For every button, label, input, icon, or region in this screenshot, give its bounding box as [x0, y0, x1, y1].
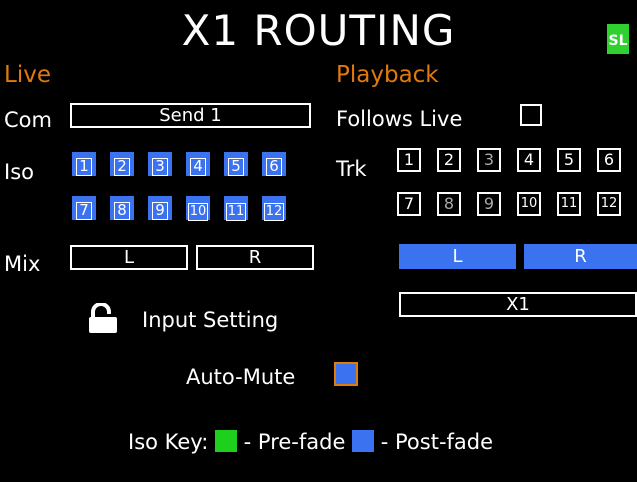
- track-12[interactable]: 12: [597, 192, 621, 216]
- trk-label: Trk: [336, 157, 367, 181]
- iso-channel-label: 2: [114, 158, 130, 176]
- lock-icon[interactable]: [86, 302, 120, 339]
- track-1[interactable]: 1: [397, 148, 421, 172]
- iso-channel-8[interactable]: 8: [110, 196, 134, 220]
- follows-live-checkbox[interactable]: [520, 104, 542, 126]
- post-fade-label: - Post-fade: [380, 430, 494, 454]
- pre-fade-label: - Pre-fade: [243, 430, 346, 454]
- page-title: X1 ROUTING: [181, 6, 456, 55]
- iso-channel-label: 12: [264, 203, 284, 221]
- iso-channel-label: 6: [266, 158, 282, 176]
- playback-right-button[interactable]: R: [524, 244, 637, 269]
- iso-channel-3[interactable]: 3: [148, 152, 172, 176]
- iso-channel-9[interactable]: 9: [148, 196, 172, 220]
- track-3[interactable]: 3: [477, 148, 501, 172]
- live-heading: Live: [4, 62, 51, 88]
- iso-key-legend: Iso Key: - Pre-fade - Post-fade: [128, 430, 493, 454]
- iso-channel-label: 7: [76, 202, 92, 220]
- track-9[interactable]: 9: [477, 192, 501, 216]
- iso-channel-label: 9: [152, 202, 168, 220]
- sl-badge-icon: SL: [607, 24, 629, 54]
- track-10[interactable]: 10: [517, 192, 541, 216]
- track-5[interactable]: 5: [557, 148, 581, 172]
- com-select[interactable]: Send 1: [70, 103, 311, 128]
- iso-channel-11[interactable]: 11: [224, 196, 248, 221]
- auto-mute-label: Auto-Mute: [186, 365, 296, 389]
- auto-mute-checkbox[interactable]: [334, 362, 358, 386]
- iso-channel-5[interactable]: 5: [224, 152, 248, 176]
- iso-channel-label: 4: [190, 158, 206, 176]
- mix-right-button[interactable]: R: [196, 245, 314, 270]
- playback-source-select[interactable]: X1: [399, 292, 637, 317]
- iso-channel-label: 5: [228, 158, 244, 176]
- iso-channel-4[interactable]: 4: [186, 152, 210, 176]
- input-setting-label[interactable]: Input Setting: [142, 308, 278, 332]
- iso-channel-label: 10: [188, 203, 208, 221]
- track-7[interactable]: 7: [397, 192, 421, 216]
- iso-channel-6[interactable]: 6: [262, 152, 286, 176]
- iso-channel-label: 8: [114, 202, 130, 220]
- iso-label: Iso: [4, 160, 34, 184]
- follows-live-label: Follows Live: [336, 107, 463, 131]
- playback-heading: Playback: [336, 62, 439, 88]
- mix-left-button[interactable]: L: [70, 245, 188, 270]
- post-fade-swatch: [352, 430, 375, 452]
- com-label: Com: [4, 108, 52, 132]
- iso-channel-label: 3: [152, 158, 168, 176]
- track-2[interactable]: 2: [437, 148, 461, 172]
- iso-channel-2[interactable]: 2: [110, 152, 134, 176]
- iso-channel-12[interactable]: 12: [262, 196, 286, 221]
- iso-channel-7[interactable]: 7: [72, 196, 96, 220]
- iso-key-label: Iso Key:: [128, 430, 209, 454]
- track-4[interactable]: 4: [517, 148, 541, 172]
- track-8[interactable]: 8: [437, 192, 461, 216]
- iso-channel-1[interactable]: 1: [72, 152, 96, 176]
- playback-left-button[interactable]: L: [399, 244, 516, 269]
- mix-label: Mix: [4, 252, 41, 276]
- iso-channel-label: 11: [226, 203, 246, 221]
- iso-channel-10[interactable]: 10: [186, 196, 210, 221]
- track-6[interactable]: 6: [597, 148, 621, 172]
- pre-fade-swatch: [214, 430, 237, 452]
- iso-channel-label: 1: [76, 158, 92, 176]
- track-11[interactable]: 11: [557, 192, 581, 216]
